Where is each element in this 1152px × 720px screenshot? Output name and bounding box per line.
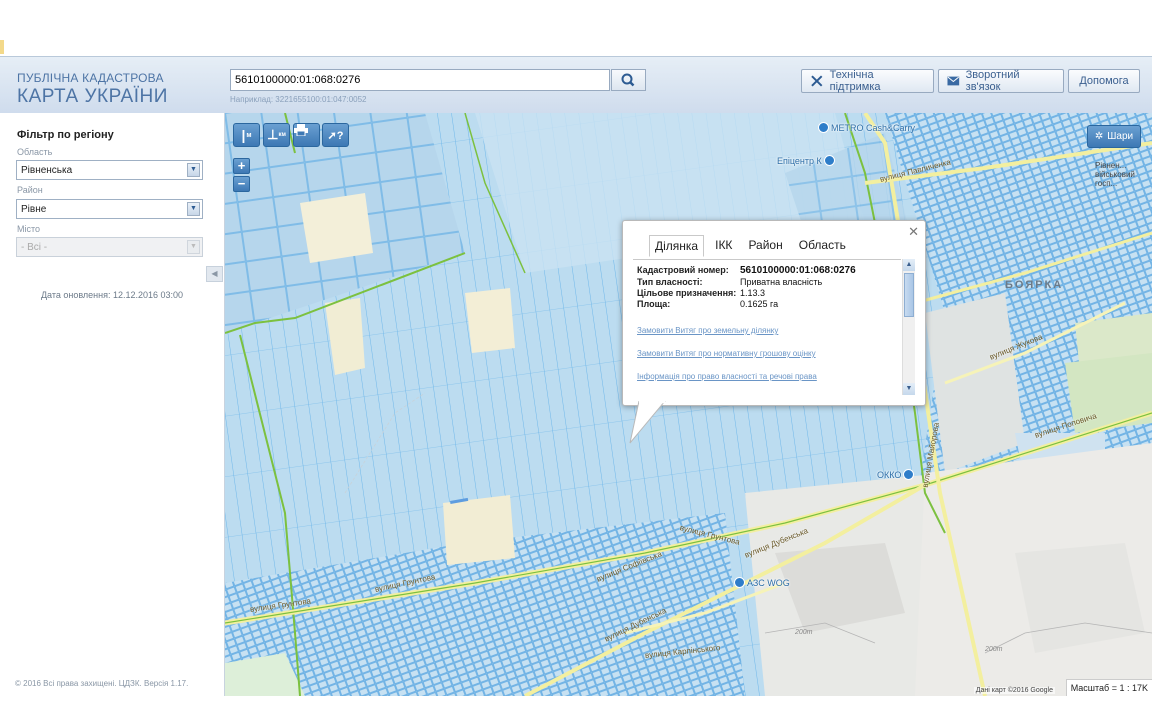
search-icon <box>621 73 635 87</box>
fuel-icon <box>734 577 745 588</box>
rayon-select[interactable]: Рівне ▼ <box>16 199 203 219</box>
scroll-up-icon[interactable]: ▲ <box>903 259 915 271</box>
cursor-help-icon: ➚? <box>327 129 344 142</box>
tools-icon <box>811 75 823 87</box>
search-input[interactable]: 5610100000:01:068:0276 <box>230 69 610 91</box>
city-select[interactable]: - Всі - ▼ <box>16 237 203 257</box>
ruler-icon: | <box>241 127 246 143</box>
layers-label: Шари <box>1107 131 1134 142</box>
rayon-label: Район <box>17 185 43 195</box>
area-icon: ⊥ <box>267 127 279 142</box>
city-label: Місто <box>17 224 41 234</box>
sidebar: Фільтр по регіону Область Рівненська ▼ Р… <box>0 113 225 696</box>
contour-label: 200m <box>985 646 1003 653</box>
info-row-ownership: Тип власності: Приватна власність <box>637 277 823 287</box>
layers-button[interactable]: ✲ Шари <box>1087 125 1141 148</box>
envelope-icon <box>947 76 960 86</box>
print-button[interactable] <box>293 123 320 147</box>
header: ПУБЛІЧНА КАДАСТРОВА КАРТА УКРАЇНИ 561010… <box>0 56 1152 114</box>
poi-metro[interactable]: METRO Cash&Carry <box>818 122 915 133</box>
search-button[interactable] <box>611 69 646 91</box>
oblast-value: Рівненська <box>21 165 73 176</box>
measure-distance-button[interactable]: | м <box>233 123 260 147</box>
zoom-out-button[interactable]: − <box>233 176 250 192</box>
gear-icon: ✲ <box>1094 131 1104 142</box>
info-row-cadastral: Кадастровий номер: 5610100000:01:068:0276 <box>637 265 856 276</box>
info-row-purpose: Цільове призначення: 1.13.3 <box>637 288 766 298</box>
tab-ikk[interactable]: ІКК <box>710 235 737 257</box>
store-icon <box>823 155 835 166</box>
order-valuation-extract-link[interactable]: Замовити Витяг про нормативну грошову оц… <box>637 349 816 358</box>
city-value: - Всі - <box>21 242 48 253</box>
fuel-icon <box>903 469 915 480</box>
military-hospital-label: Рівнен... військовий госп... <box>1095 161 1135 188</box>
feedback-label: Зворотний зв'язок <box>965 69 1020 93</box>
feedback-button[interactable]: Зворотний зв'язок <box>938 69 1064 93</box>
town-label: БОЯРКА <box>1005 279 1064 291</box>
scroll-thumb[interactable] <box>904 273 914 317</box>
measure-area-button[interactable]: ⊥ км <box>263 123 290 147</box>
map-canvas[interactable]: | м ⊥ км ➚? + − ✲ Шари METRO Cash&Carry Еп… <box>225 113 1152 696</box>
chevron-down-icon: ▼ <box>187 163 200 177</box>
support-label: Технічна підтримка <box>829 69 881 93</box>
help-label: Допомога <box>1079 75 1129 87</box>
copyright: © 2016 Всі права захищені. ЦДЗК. Версія … <box>15 679 189 688</box>
map-scale: Масштаб = 1 : 17K <box>1065 679 1152 696</box>
oblast-select[interactable]: Рівненська ▼ <box>16 160 203 180</box>
parcel-info-popup: ✕ Ділянка ІКК Район Область Кадастровий … <box>622 220 926 406</box>
order-parcel-extract-link[interactable]: Замовити Витяг про земельну ділянку <box>637 326 778 335</box>
top-accent <box>0 40 4 54</box>
identify-button[interactable]: ➚? <box>322 123 349 147</box>
popup-scrollbar[interactable]: ▲ ▼ <box>902 259 915 395</box>
logo-line1: ПУБЛІЧНА КАДАСТРОВА <box>17 71 164 85</box>
logo[interactable]: ПУБЛІЧНА КАДАСТРОВА КАРТА УКРАЇНИ <box>17 71 168 108</box>
browser-top-area <box>0 0 1152 56</box>
search-hint: Наприклад: 3221655100:01:047:0052 <box>230 95 367 104</box>
collapse-sidebar-button[interactable]: ◀ <box>206 266 223 282</box>
filter-title: Фільтр по регіону <box>17 129 114 141</box>
support-button[interactable]: Технічна підтримка <box>801 69 934 93</box>
tab-parcel[interactable]: Ділянка <box>649 235 705 257</box>
scroll-down-icon[interactable]: ▼ <box>903 383 915 395</box>
help-button[interactable]: Допомога <box>1068 69 1140 93</box>
popup-content: Кадастровий номер: 5610100000:01:068:0276… <box>633 259 901 396</box>
popup-pointer <box>629 401 666 444</box>
rayon-value: Рівне <box>21 204 47 215</box>
chevron-down-icon: ▼ <box>187 240 200 254</box>
tab-rayon[interactable]: Район <box>743 235 787 257</box>
update-date: Дата оновлення: 12.12.2016 03:00 <box>40 290 184 300</box>
oblast-label: Область <box>17 147 53 157</box>
tab-oblast[interactable]: Область <box>794 235 851 257</box>
close-icon[interactable]: ✕ <box>908 224 919 240</box>
contour-label: 200m <box>795 629 813 636</box>
printer-icon <box>294 124 308 136</box>
poi-epicentr[interactable]: Епіцентр К <box>777 155 835 166</box>
info-row-area: Площа: 0.1625 га <box>637 299 779 309</box>
map-attribution: Дані карт ©2016 Google <box>973 687 1055 694</box>
popup-tabs: Ділянка ІКК Район Область <box>649 235 857 257</box>
poi-azs-wog[interactable]: АЗС WOG <box>734 577 790 588</box>
poi-okko[interactable]: ОККО <box>877 469 915 480</box>
zoom-in-button[interactable]: + <box>233 158 250 174</box>
ownership-info-link[interactable]: Інформація про право власності та речові… <box>637 372 817 381</box>
chevron-down-icon: ▼ <box>187 202 200 216</box>
store-icon <box>818 122 829 133</box>
logo-line2: КАРТА УКРАЇНИ <box>17 86 168 107</box>
